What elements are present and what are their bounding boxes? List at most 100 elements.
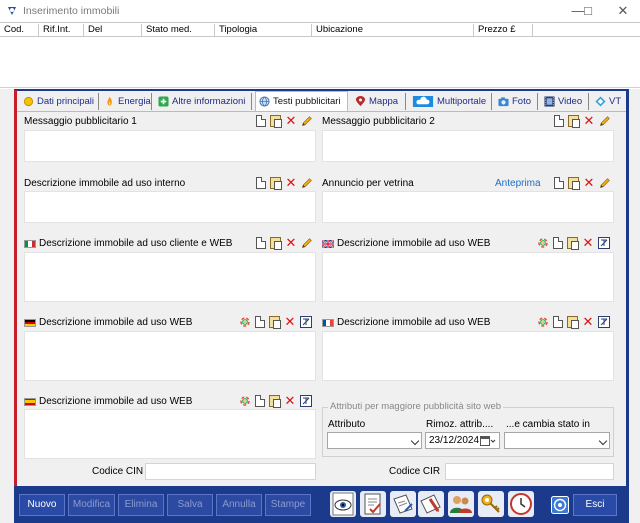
change-state-select[interactable]	[504, 432, 610, 449]
tab-video[interactable]: Video	[541, 93, 589, 110]
paste-icon[interactable]	[270, 177, 282, 190]
internal-textarea[interactable]	[24, 191, 316, 223]
tab-multiportale[interactable]: Multiportale	[409, 93, 492, 110]
cin-input[interactable]	[145, 463, 316, 480]
tab-energia[interactable]: Energia	[101, 93, 152, 110]
preview-link[interactable]: Anteprima	[495, 178, 541, 189]
delete-x-icon[interactable]: ✕	[583, 176, 595, 189]
spain-flag-icon	[24, 397, 36, 406]
tab-mappa[interactable]: Mappa	[352, 93, 406, 110]
help-icon[interactable]	[551, 496, 569, 514]
paste-icon[interactable]	[568, 115, 580, 128]
delete-x-icon[interactable]: ✕	[582, 315, 594, 328]
change-state-label: ...e cambia stato in	[506, 419, 590, 430]
showcase-textarea[interactable]	[322, 191, 614, 223]
pencil-icon[interactable]	[599, 115, 611, 127]
tab-foto[interactable]: Foto	[495, 93, 538, 110]
attribute-select[interactable]	[327, 432, 422, 449]
column-header-cod[interactable]: Cod.	[0, 24, 39, 37]
eye-view-icon[interactable]	[330, 491, 356, 517]
copy-icon[interactable]	[554, 115, 564, 127]
paste-icon[interactable]	[269, 316, 281, 329]
msg2-toolbar: ✕	[554, 114, 611, 128]
paste-icon[interactable]	[567, 316, 579, 329]
tab-testi-pubblicitari[interactable]: Testi pubblicitari	[255, 91, 348, 111]
pencil-icon[interactable]	[301, 115, 313, 127]
pencil-icon[interactable]	[301, 237, 313, 249]
save-button[interactable]: Salva	[167, 494, 213, 516]
exit-button[interactable]: Esci	[573, 494, 617, 516]
cloud-icon	[412, 96, 434, 107]
app-icon	[8, 7, 16, 15]
column-header-del[interactable]: Del	[84, 24, 142, 37]
de-textarea[interactable]	[24, 331, 316, 381]
fr-textarea[interactable]	[322, 331, 614, 381]
copy-icon[interactable]	[553, 316, 563, 328]
paste-icon[interactable]	[270, 115, 282, 128]
paste-icon[interactable]	[567, 237, 579, 250]
virtual-tour-icon	[595, 96, 606, 107]
es-textarea[interactable]	[24, 409, 316, 459]
column-header-stato-med[interactable]: Stato med.	[142, 24, 215, 37]
copy-icon[interactable]	[554, 177, 564, 189]
delete-x-icon[interactable]: ✕	[284, 394, 296, 407]
section-label-es: Descrizione immobile ad uso WEB	[24, 396, 192, 407]
pencil-icon[interactable]	[301, 177, 313, 189]
copy-icon[interactable]	[255, 395, 265, 407]
clock-icon[interactable]	[508, 491, 534, 517]
delete-x-icon[interactable]: ✕	[583, 114, 595, 127]
delete-x-icon[interactable]: ✕	[284, 315, 296, 328]
tab-altre-informazioni[interactable]: Altre informazioni	[155, 93, 252, 110]
column-header-tipologia[interactable]: Tipologia	[215, 24, 312, 37]
cir-input[interactable]	[445, 463, 614, 480]
copy-icon[interactable]	[256, 115, 266, 127]
copy-icon[interactable]	[553, 237, 563, 249]
column-header-ubicazione[interactable]: Ubicazione	[312, 24, 474, 37]
ai-generate-icon[interactable]	[239, 316, 251, 328]
translate-icon[interactable]	[598, 237, 610, 249]
it-textarea[interactable]	[24, 252, 316, 302]
paste-icon[interactable]	[270, 237, 282, 250]
ai-generate-icon[interactable]	[537, 237, 549, 249]
copy-icon[interactable]	[256, 237, 266, 249]
tab-dati-principali[interactable]: Dati principali	[20, 93, 99, 110]
delete-x-icon[interactable]: ✕	[285, 236, 297, 249]
ai-generate-icon[interactable]	[537, 316, 549, 328]
pencil-icon[interactable]	[599, 177, 611, 189]
delete-x-icon[interactable]: ✕	[582, 236, 594, 249]
paste-icon[interactable]	[568, 177, 580, 190]
paste-icon[interactable]	[269, 395, 281, 408]
property-list[interactable]: Cod. Rif.Int. Del Stato med. Tipologia U…	[0, 22, 640, 88]
copy-icon[interactable]	[255, 316, 265, 328]
edit-button[interactable]: Modifica	[68, 494, 115, 516]
ai-generate-icon[interactable]	[239, 395, 251, 407]
section-label-msg1: Messaggio pubblicitario 1	[24, 116, 137, 127]
translate-icon[interactable]	[598, 316, 610, 328]
tab-vt[interactable]: VT	[592, 93, 624, 110]
key-icon[interactable]	[478, 491, 504, 517]
send-document-icon[interactable]	[418, 491, 444, 517]
column-header-prezzo[interactable]: Prezzo £	[474, 24, 533, 37]
translate-icon[interactable]	[300, 316, 312, 328]
document-check-icon[interactable]	[360, 491, 386, 517]
close-button[interactable]: ✕	[606, 0, 640, 22]
list-header: Cod. Rif.Int. Del Stato med. Tipologia U…	[0, 22, 640, 37]
document-sign-icon[interactable]	[390, 491, 416, 517]
chevron-down-icon	[410, 436, 420, 446]
cancel-button[interactable]: Annulla	[216, 494, 262, 516]
en-textarea[interactable]	[322, 252, 614, 302]
print-button[interactable]: Stampe	[265, 494, 311, 516]
translate-icon[interactable]	[300, 395, 312, 407]
new-button[interactable]: Nuovo	[19, 494, 65, 516]
tab-label: Multiportale	[437, 96, 487, 107]
column-header-rif-int[interactable]: Rif.Int.	[39, 24, 84, 37]
section-label-fr: Descrizione immobile ad uso WEB	[322, 317, 490, 328]
delete-x-icon[interactable]: ✕	[285, 176, 297, 189]
msg2-textarea[interactable]	[322, 130, 614, 162]
delete-x-icon[interactable]: ✕	[285, 114, 297, 127]
users-icon[interactable]	[448, 491, 474, 517]
copy-icon[interactable]	[256, 177, 266, 189]
msg1-textarea[interactable]	[24, 130, 316, 162]
remove-date-picker[interactable]: 23/12/2024	[425, 432, 500, 449]
delete-button[interactable]: Elimina	[118, 494, 164, 516]
